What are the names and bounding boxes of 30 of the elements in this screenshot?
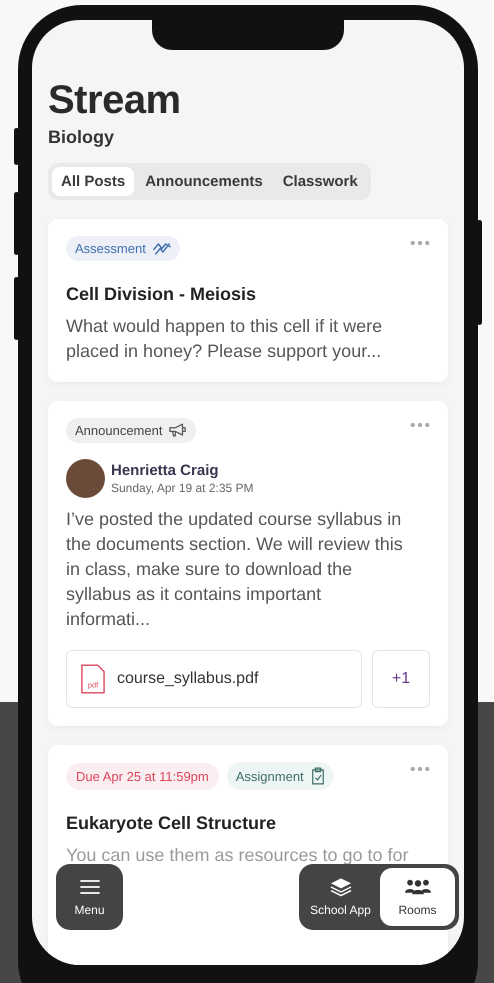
menu-button[interactable]: Menu: [56, 864, 123, 930]
post-title: Cell Division - Meiosis: [66, 284, 258, 305]
author-name: Henrietta Craig: [111, 462, 220, 479]
tab[interactable]: Classwork: [274, 167, 367, 196]
people-group-icon: [404, 877, 430, 897]
tab[interactable]: Announcements: [136, 167, 272, 196]
megaphone-icon: [169, 423, 188, 438]
avatar: [66, 459, 105, 498]
page-title: Stream: [48, 78, 182, 122]
clipboard-check-icon: [310, 767, 325, 785]
file-attachment[interactable]: pdf course_syllabus.pdf: [66, 650, 362, 708]
post-text: What would happen to this cell if it were placed in honey? Please support your...: [66, 315, 384, 363]
more-attachments-button[interactable]: +1: [372, 650, 430, 708]
post-tag: Announcement: [66, 418, 196, 443]
post-text: You can use them as resources to go to for: [66, 844, 408, 867]
post-tag: Assignment: [226, 762, 334, 790]
more-options-icon[interactable]: [410, 422, 430, 428]
nav-button[interactable]: Rooms: [380, 868, 455, 926]
post-tag: Assessment: [66, 236, 180, 261]
more-options-icon[interactable]: [410, 240, 430, 246]
more-options-icon[interactable]: [410, 766, 430, 772]
post-title: Eukaryote Cell Structure: [66, 813, 278, 834]
post-text: I’ve posted the updated course syllabus in the documents section. We will review this in class, make sure to download the syllabus as it contains important informati...: [66, 508, 404, 631]
page-subtitle: Biology: [48, 127, 115, 148]
post-time: Sunday, Apr 19 at 2:35 PM: [111, 481, 254, 495]
file-name: course_syllabus.pdf: [117, 670, 258, 688]
pdf-file-icon: pdf: [81, 664, 105, 694]
post-tag: Due Apr 25 at 11:59pm: [66, 762, 219, 790]
trend-icon: [152, 241, 171, 256]
tab[interactable]: All Posts: [52, 167, 134, 196]
